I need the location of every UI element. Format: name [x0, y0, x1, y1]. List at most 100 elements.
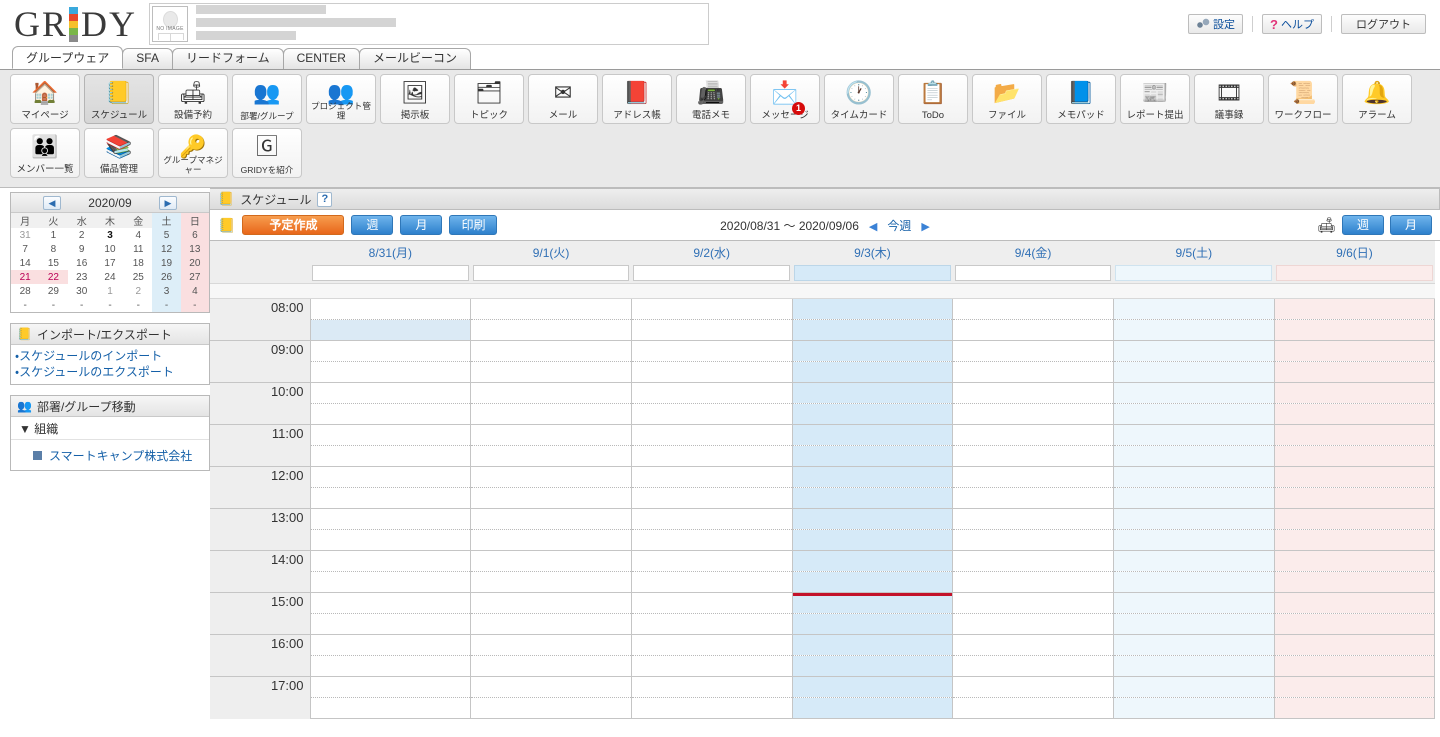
schedule-slot[interactable] — [1113, 698, 1274, 719]
schedule-slot[interactable] — [310, 404, 471, 425]
schedule-slot[interactable] — [792, 551, 953, 572]
schedule-slot[interactable] — [792, 509, 953, 530]
mini-calendar-day[interactable]: - — [124, 298, 152, 312]
tab-1[interactable]: SFA — [122, 48, 173, 69]
schedule-slot[interactable] — [792, 698, 953, 719]
schedule-slot[interactable] — [631, 425, 792, 446]
schedule-slot[interactable] — [471, 698, 632, 719]
day-column-header[interactable]: 9/5(土) — [1113, 241, 1274, 263]
schedule-slot[interactable] — [953, 404, 1114, 425]
schedule-slot[interactable] — [953, 572, 1114, 593]
logout-button[interactable]: ログアウト — [1341, 14, 1426, 34]
schedule-slot[interactable] — [1113, 677, 1274, 698]
schedule-slot[interactable] — [310, 299, 471, 320]
schedule-slot[interactable] — [471, 551, 632, 572]
schedule-slot[interactable] — [471, 593, 632, 614]
schedule-slot[interactable] — [1113, 299, 1274, 320]
mini-calendar-day[interactable]: 31 — [11, 228, 39, 242]
app-button-supplies[interactable]: 📚備品管理 — [84, 128, 154, 178]
schedule-slot[interactable] — [792, 383, 953, 404]
schedule-slot[interactable] — [631, 530, 792, 551]
prev-week-button[interactable]: ◀ — [869, 221, 877, 233]
schedule-slot[interactable] — [953, 614, 1114, 635]
schedule-slot[interactable] — [631, 551, 792, 572]
schedule-slot[interactable] — [1274, 425, 1435, 446]
mini-calendar-day[interactable]: 7 — [11, 242, 39, 256]
schedule-slot[interactable] — [953, 299, 1114, 320]
day-column-header[interactable]: 9/1(火) — [471, 241, 632, 263]
schedule-slot[interactable] — [471, 446, 632, 467]
schedule-slot[interactable] — [631, 677, 792, 698]
schedule-slot[interactable] — [310, 698, 471, 719]
schedule-slot[interactable] — [1274, 530, 1435, 551]
mini-calendar-prev-button[interactable]: ◀ — [43, 196, 61, 210]
allday-slot[interactable] — [1115, 265, 1272, 281]
day-column-header[interactable]: 9/4(金) — [953, 241, 1114, 263]
schedule-slot[interactable] — [792, 656, 953, 677]
mini-calendar-day[interactable]: 12 — [152, 242, 180, 256]
mini-calendar-day[interactable]: 3 — [152, 284, 180, 298]
schedule-slot[interactable] — [953, 593, 1114, 614]
schedule-slot[interactable] — [1274, 467, 1435, 488]
schedule-slot[interactable] — [1274, 488, 1435, 509]
schedule-slot[interactable] — [310, 635, 471, 656]
mini-calendar-day[interactable]: 21 — [11, 270, 39, 284]
app-button-todo[interactable]: 📋ToDo — [898, 74, 968, 124]
schedule-slot[interactable] — [953, 446, 1114, 467]
schedule-slot[interactable] — [792, 341, 953, 362]
allday-cell[interactable] — [310, 263, 471, 284]
app-button-facility[interactable]: 🛋設備予約 — [158, 74, 228, 124]
mini-calendar-day[interactable]: 11 — [124, 242, 152, 256]
schedule-slot[interactable] — [1274, 446, 1435, 467]
app-button-gridy-intro[interactable]: 🄶GRIDYを紹介 — [232, 128, 302, 178]
mini-calendar-next-button[interactable]: ▶ — [159, 196, 177, 210]
schedule-slot[interactable] — [953, 551, 1114, 572]
day-column-header[interactable]: 9/6(日) — [1274, 241, 1435, 263]
this-week-button[interactable]: 今週 — [887, 219, 911, 233]
schedule-slot[interactable] — [631, 446, 792, 467]
app-button-groupmanager[interactable]: 🔑グループマネジャー — [158, 128, 228, 178]
schedule-slot[interactable] — [310, 593, 471, 614]
schedule-slot[interactable] — [1274, 635, 1435, 656]
help-icon[interactable]: ? — [317, 192, 332, 207]
schedule-slot[interactable] — [471, 383, 632, 404]
schedule-slot[interactable] — [471, 614, 632, 635]
allday-cell[interactable] — [1113, 263, 1274, 284]
app-button-calendar[interactable]: 📒スケジュール — [84, 74, 154, 124]
schedule-slot[interactable] — [953, 362, 1114, 383]
schedule-slot[interactable] — [1274, 572, 1435, 593]
schedule-slot[interactable] — [471, 509, 632, 530]
schedule-slot[interactable] — [1274, 320, 1435, 341]
schedule-slot[interactable] — [310, 509, 471, 530]
schedule-slot[interactable] — [471, 362, 632, 383]
week-view-button-right[interactable]: 週 — [1342, 215, 1384, 235]
app-button-addressbook[interactable]: 📕アドレス帳 — [602, 74, 672, 124]
mini-calendar-day[interactable]: 9 — [68, 242, 96, 256]
schedule-slot[interactable] — [953, 635, 1114, 656]
schedule-slot[interactable] — [310, 551, 471, 572]
schedule-slot[interactable] — [792, 530, 953, 551]
mini-calendar-day[interactable]: - — [11, 298, 39, 312]
app-button-group[interactable]: 👥部署/グループ — [232, 74, 302, 124]
schedule-slot[interactable] — [792, 299, 953, 320]
mini-calendar-day[interactable]: 8 — [39, 242, 67, 256]
app-button-project[interactable]: 👥プロジェクト管理 — [306, 74, 376, 124]
schedule-slot[interactable] — [1113, 446, 1274, 467]
schedule-slot[interactable] — [1274, 593, 1435, 614]
mini-calendar-day[interactable]: - — [68, 298, 96, 312]
schedule-slot[interactable] — [1274, 677, 1435, 698]
org-item[interactable]: スマートキャンプ株式会社 — [11, 440, 209, 470]
day-column-header[interactable]: 8/31(月) — [310, 241, 471, 263]
schedule-slot[interactable] — [631, 698, 792, 719]
schedule-slot[interactable] — [631, 572, 792, 593]
schedule-slot[interactable] — [310, 341, 471, 362]
app-button-minutes[interactable]: 🎞議事録 — [1194, 74, 1264, 124]
tab-4[interactable]: メールビーコン — [359, 48, 471, 69]
month-view-button[interactable]: 月 — [400, 215, 442, 235]
mini-calendar-day[interactable]: - — [152, 298, 180, 312]
schedule-slot[interactable] — [631, 614, 792, 635]
schedule-slot[interactable] — [953, 467, 1114, 488]
schedule-slot[interactable] — [1274, 299, 1435, 320]
mini-calendar-day[interactable]: 30 — [68, 284, 96, 298]
schedule-slot[interactable] — [310, 320, 471, 341]
